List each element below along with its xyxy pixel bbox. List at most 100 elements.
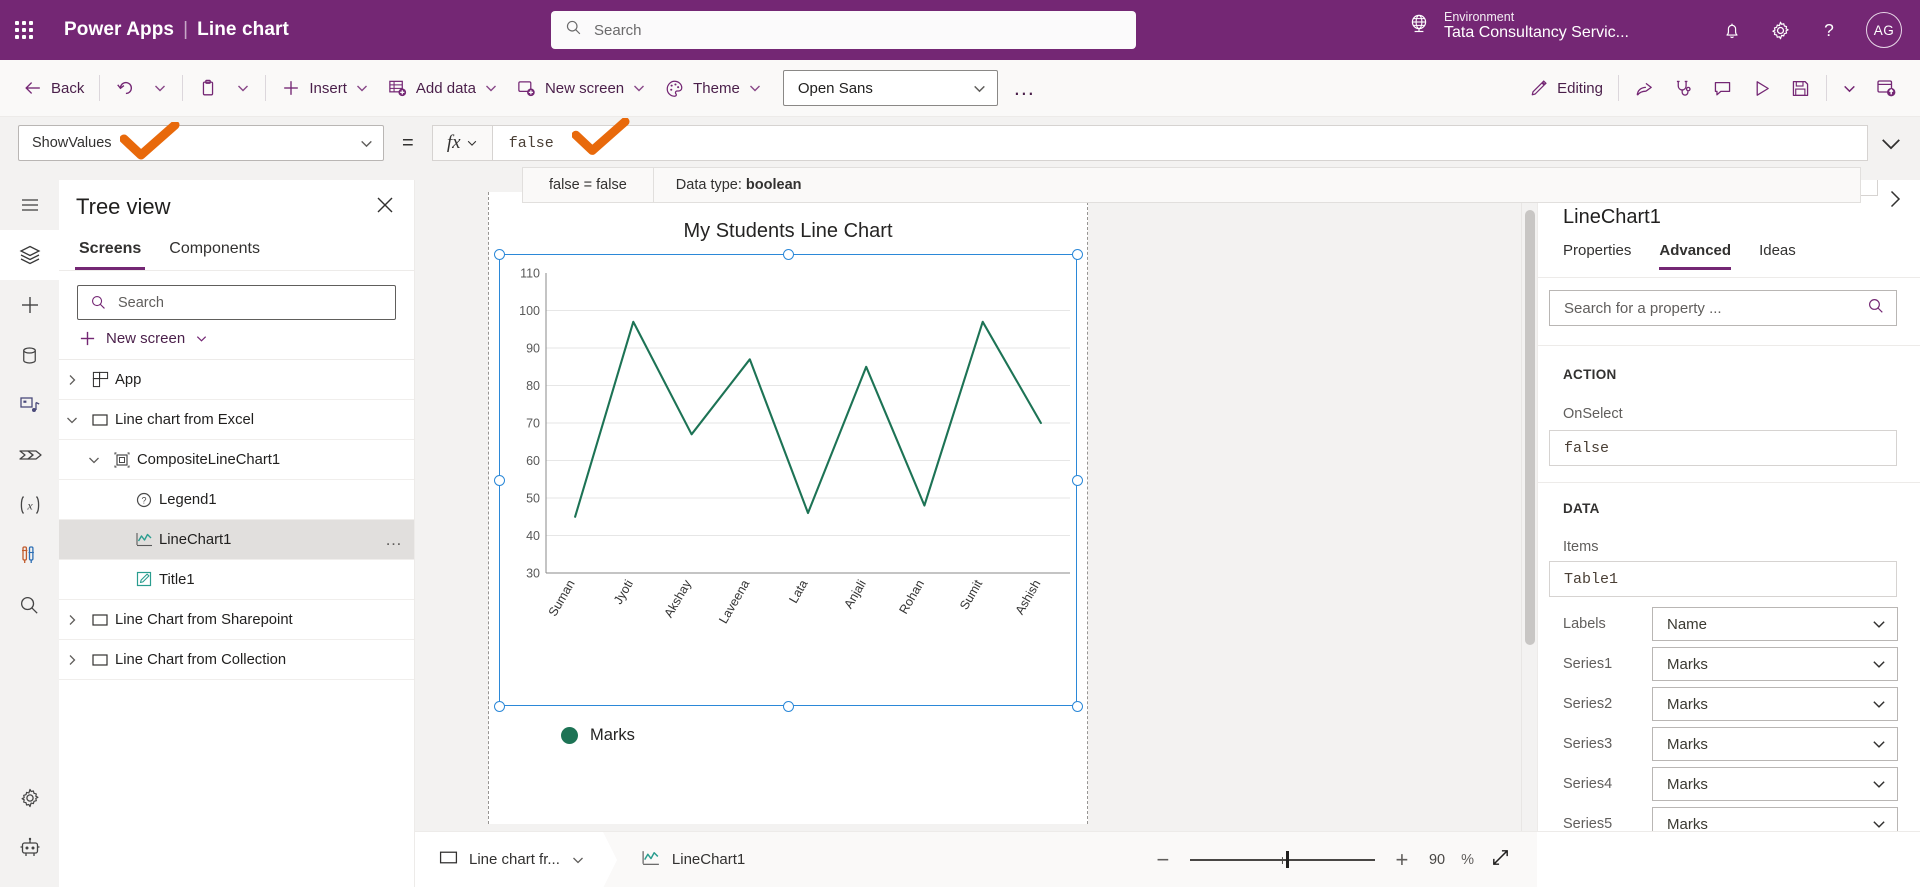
data-icon[interactable] bbox=[0, 330, 59, 380]
tree-node-screen-sharepoint[interactable]: Line Chart from Sharepoint bbox=[59, 600, 414, 640]
bell-icon[interactable] bbox=[1721, 19, 1743, 41]
tab-advanced[interactable]: Advanced bbox=[1659, 242, 1731, 270]
resize-handle-tr[interactable] bbox=[1071, 248, 1083, 260]
avatar[interactable]: AG bbox=[1866, 12, 1902, 48]
tree-node-composite-line-chart[interactable]: CompositeLineChart1 bbox=[59, 440, 414, 480]
app-checker-icon[interactable] bbox=[0, 530, 59, 580]
copilot-robot-icon[interactable] bbox=[0, 823, 59, 873]
chevron-right-icon[interactable] bbox=[59, 654, 85, 666]
legend-color-swatch bbox=[561, 727, 578, 744]
app-launcher-icon[interactable] bbox=[0, 21, 48, 39]
editing-label: Editing bbox=[1557, 79, 1603, 97]
editing-mode-button[interactable]: Editing bbox=[1520, 69, 1612, 107]
dropdown-series1[interactable]: Marks bbox=[1652, 647, 1898, 681]
dropdown-series3[interactable]: Marks bbox=[1652, 727, 1898, 761]
gear-icon[interactable] bbox=[1769, 19, 1792, 42]
insert-button[interactable]: Insert bbox=[272, 69, 378, 107]
fit-screen-icon[interactable] bbox=[1490, 847, 1511, 873]
field-label-series3: Series3 bbox=[1563, 736, 1613, 752]
line-chart-plot[interactable]: 30 40 50 60 70 80 90 100 110 Suman Jyoti Akshay Lave… bbox=[500, 255, 1078, 707]
back-button[interactable]: Back bbox=[14, 69, 93, 107]
tree-view-icon[interactable] bbox=[0, 230, 59, 280]
chevron-down-icon[interactable] bbox=[59, 414, 85, 426]
property-selector[interactable]: ShowValues bbox=[18, 125, 384, 161]
media-icon[interactable] bbox=[0, 380, 59, 430]
help-icon[interactable]: ? bbox=[1818, 19, 1840, 41]
font-selector[interactable]: Open Sans bbox=[782, 70, 998, 106]
new-screen-button[interactable]: New screen bbox=[507, 69, 655, 107]
tree-node-title1[interactable]: Title1 bbox=[59, 560, 414, 600]
zoom-slider[interactable]: + bbox=[1189, 851, 1375, 868]
global-search-input[interactable]: Search bbox=[551, 11, 1136, 49]
preview-play-icon[interactable] bbox=[1742, 69, 1781, 107]
variables-icon[interactable]: x bbox=[0, 480, 59, 530]
dropdown-labels[interactable]: Name bbox=[1652, 607, 1898, 641]
resize-handle-tc[interactable] bbox=[782, 248, 794, 260]
command-bar-right-group: Editing bbox=[1520, 69, 1906, 107]
field-input-items[interactable]: Table1 bbox=[1549, 561, 1897, 597]
zoom-slider-knob[interactable] bbox=[1286, 851, 1290, 868]
power-automate-icon[interactable] bbox=[0, 430, 59, 480]
chevron-right-icon[interactable] bbox=[1884, 188, 1906, 215]
tab-properties[interactable]: Properties bbox=[1563, 242, 1631, 270]
paste-dropdown[interactable] bbox=[227, 69, 259, 107]
hamburger-icon[interactable] bbox=[0, 180, 59, 230]
fx-button[interactable]: fx bbox=[431, 125, 492, 161]
vertical-scroll-thumb[interactable] bbox=[1525, 210, 1535, 645]
zoom-out-button[interactable]: − bbox=[1152, 848, 1174, 871]
resize-handle-ml[interactable] bbox=[493, 474, 505, 486]
comments-icon[interactable] bbox=[1703, 69, 1742, 107]
tree-node-linechart1[interactable]: LineChart1 … bbox=[59, 520, 414, 560]
insert-plus-icon[interactable] bbox=[0, 280, 59, 330]
new-screen-button[interactable]: New screen bbox=[59, 320, 414, 360]
chevron-down-icon[interactable] bbox=[81, 454, 107, 466]
undo-dropdown[interactable] bbox=[144, 69, 176, 107]
zoom-unit: % bbox=[1461, 851, 1474, 868]
close-icon[interactable] bbox=[372, 192, 398, 223]
property-search-input[interactable]: Search for a property ... bbox=[1549, 290, 1897, 326]
add-data-button[interactable]: Add data bbox=[378, 69, 507, 107]
tree-search-input[interactable]: Search bbox=[77, 285, 396, 320]
resize-handle-bl[interactable] bbox=[493, 700, 505, 712]
zoom-in-button[interactable]: + bbox=[1391, 848, 1413, 871]
resize-handle-br[interactable] bbox=[1071, 700, 1083, 712]
linechart-selection-box[interactable]: 30 40 50 60 70 80 90 100 110 Suman Jyoti Akshay Lave… bbox=[493, 248, 1083, 712]
tab-screens[interactable]: Screens bbox=[75, 234, 146, 270]
paste-button[interactable] bbox=[189, 69, 227, 107]
tab-ideas[interactable]: Ideas bbox=[1759, 242, 1796, 270]
publish-icon[interactable] bbox=[1866, 69, 1906, 107]
chart-legend[interactable]: Marks bbox=[561, 726, 635, 745]
overflow-menu-button[interactable]: … bbox=[1004, 69, 1046, 107]
undo-button[interactable] bbox=[106, 69, 144, 107]
save-icon[interactable] bbox=[1781, 69, 1820, 107]
search-icon[interactable] bbox=[0, 580, 59, 630]
screen-preview[interactable]: My Students Line Chart 30 40 50 60 70 80 90 100… bbox=[488, 192, 1088, 824]
dropdown-series2[interactable]: Marks bbox=[1652, 687, 1898, 721]
formula-input[interactable]: false bbox=[491, 125, 1868, 161]
environment-selector[interactable]: Environment Tata Consultancy Servic... bbox=[1406, 10, 1629, 43]
share-icon[interactable] bbox=[1625, 69, 1664, 107]
resize-handle-bc[interactable] bbox=[782, 700, 794, 712]
app-checker-icon[interactable] bbox=[1664, 69, 1703, 107]
formula-bar-expand-chevron-down-icon[interactable] bbox=[1878, 131, 1904, 162]
resize-handle-mr[interactable] bbox=[1071, 474, 1083, 486]
tree-node-more-options[interactable]: … bbox=[385, 530, 404, 550]
settings-gear-icon[interactable] bbox=[0, 773, 59, 823]
tree-node-screen-collection[interactable]: Line Chart from Collection bbox=[59, 640, 414, 680]
tab-components[interactable]: Components bbox=[165, 234, 264, 270]
dropdown-series4[interactable]: Marks bbox=[1652, 767, 1898, 801]
save-dropdown-chevron-down-icon[interactable] bbox=[1833, 69, 1866, 107]
resize-handle-tl[interactable] bbox=[493, 248, 505, 260]
selected-control-name: LineChart1 bbox=[1563, 206, 1661, 228]
field-input-onselect[interactable]: false bbox=[1549, 430, 1897, 466]
theme-button[interactable]: Theme bbox=[655, 69, 771, 107]
tree-node-screen-excel[interactable]: Line chart from Excel bbox=[59, 400, 414, 440]
chevron-right-icon[interactable] bbox=[59, 374, 85, 386]
tree-node-app[interactable]: App bbox=[59, 360, 414, 400]
breadcrumb-screen[interactable]: Line chart fr... bbox=[415, 831, 617, 887]
tree-node-legend1[interactable]: ? Legend1 bbox=[59, 480, 414, 520]
breadcrumb-control[interactable]: LineChart1 bbox=[641, 848, 745, 872]
canvas-vertical-scrollbar[interactable]: ▲ ▼ bbox=[1521, 180, 1537, 872]
search-icon bbox=[1867, 297, 1885, 320]
chevron-right-icon[interactable] bbox=[59, 614, 85, 626]
